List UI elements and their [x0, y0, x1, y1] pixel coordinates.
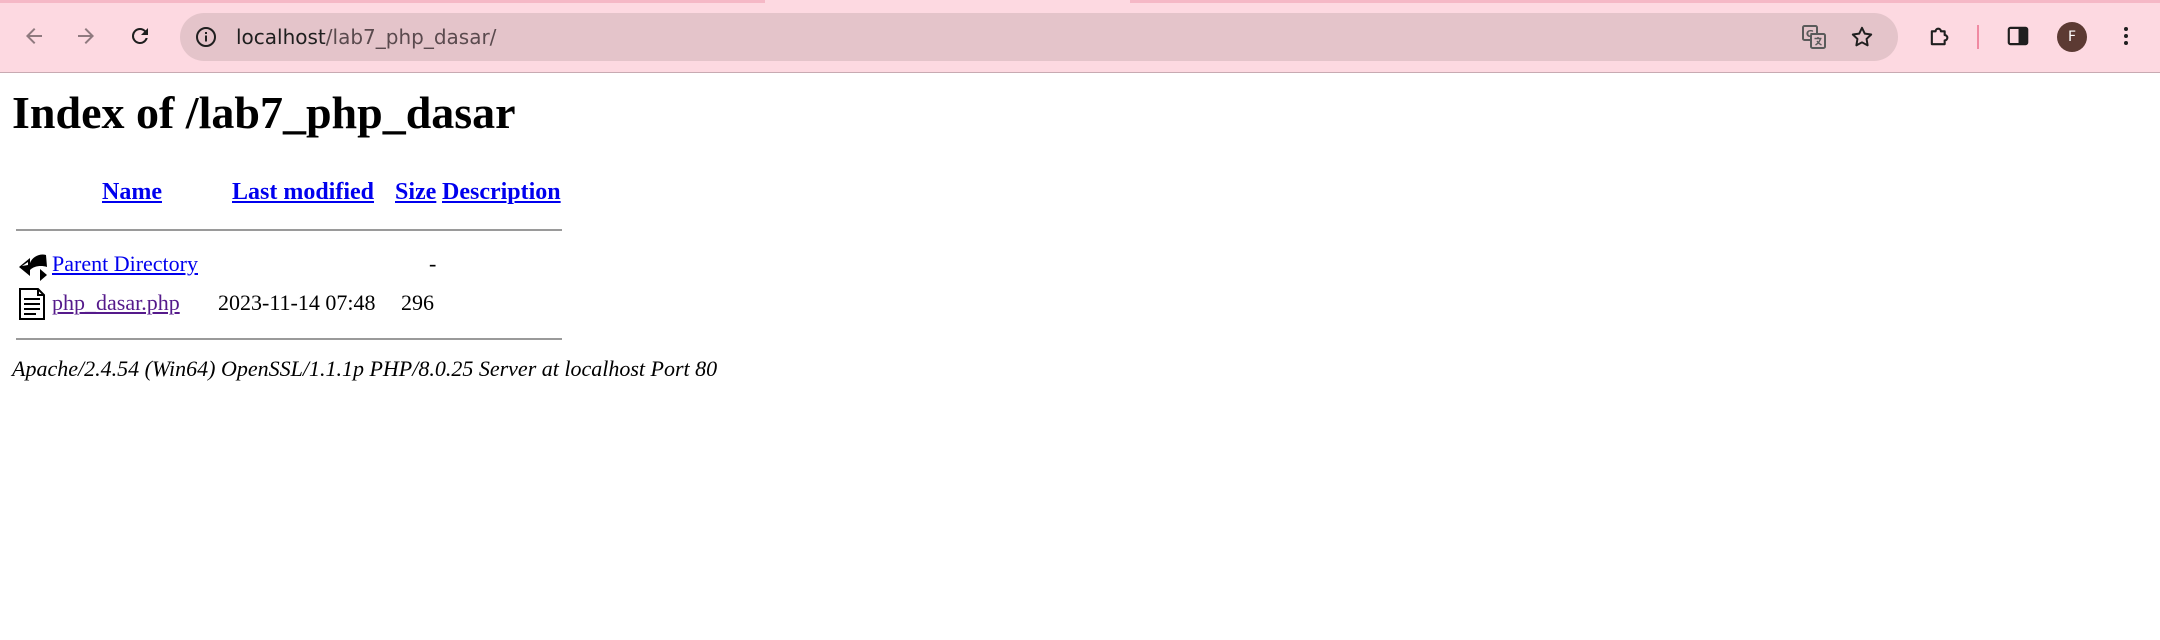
sort-by-name-link[interactable]: Name: [102, 179, 162, 205]
server-signature: Apache/2.4.54 (Win64) OpenSSL/1.1.1p PHP…: [12, 356, 718, 381]
toolbar-divider: [1977, 25, 1979, 49]
column-header-last-modified: Last modified: [232, 179, 374, 206]
back-button[interactable]: [14, 16, 54, 56]
browser-toolbar: localhost/lab7_php_dasar/ G F: [0, 0, 2160, 73]
back-arrow-icon: [19, 254, 47, 281]
bookmark-button[interactable]: [1846, 21, 1878, 53]
footer-divider: [16, 338, 562, 340]
forward-button[interactable]: [66, 16, 106, 56]
table-row-file-name: php_dasar.php: [52, 290, 180, 316]
star-icon: [1851, 26, 1873, 47]
browser-menu-button[interactable]: [2106, 16, 2146, 56]
file-link-php-dasar[interactable]: php_dasar.php: [52, 290, 180, 315]
page-title: Index of /lab7_php_dasar: [12, 87, 516, 138]
profile-avatar[interactable]: F: [2057, 22, 2087, 52]
sort-by-last-modified-link[interactable]: Last modified: [232, 179, 374, 205]
tab-strip-edge: [0, 0, 765, 3]
sort-by-size-link[interactable]: Size: [395, 179, 436, 205]
kebab-menu-icon: [2124, 27, 2128, 45]
sort-by-description-link[interactable]: Description: [442, 179, 561, 205]
parent-directory-link[interactable]: Parent Directory: [52, 251, 198, 276]
column-header-description: Description: [442, 179, 561, 206]
arrow-left-icon: [26, 28, 42, 44]
site-info-button[interactable]: [190, 21, 222, 53]
column-header-size: Size: [395, 179, 436, 206]
puzzle-icon: [1930, 27, 1949, 46]
file-size: 296: [401, 290, 434, 315]
reload-button[interactable]: [120, 16, 160, 56]
url-text[interactable]: localhost/lab7_php_dasar/: [236, 13, 496, 61]
arrow-right-icon: [78, 28, 94, 44]
info-icon: [196, 27, 216, 47]
tab-strip-edge: [1130, 0, 2160, 3]
extensions-button[interactable]: [1920, 16, 1960, 56]
url-path: /lab7_php_dasar/: [325, 25, 497, 49]
translate-button[interactable]: G: [1798, 21, 1830, 53]
side-panel-icon: [2007, 26, 2029, 46]
directory-index-page: Index of /lab7_php_dasar Name Last modif…: [0, 74, 2160, 640]
file-last-modified: 2023-11-14 07:48: [218, 290, 376, 315]
address-bar[interactable]: localhost/lab7_php_dasar/ G: [180, 13, 1898, 61]
table-row-parent-name: Parent Directory: [52, 251, 198, 277]
text-file-icon: [19, 288, 45, 320]
reload-icon: [131, 27, 148, 44]
header-divider: [16, 229, 562, 231]
side-panel-button[interactable]: [1998, 16, 2038, 56]
translate-icon: G: [1802, 25, 1826, 49]
column-header-name: Name: [102, 179, 162, 206]
url-host: localhost: [236, 25, 326, 49]
parent-size: -: [429, 251, 437, 276]
